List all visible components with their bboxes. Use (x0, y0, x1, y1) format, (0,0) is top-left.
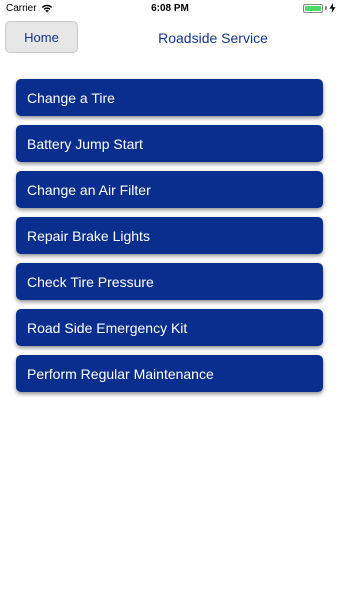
perform-regular-maintenance-button[interactable]: Perform Regular Maintenance (16, 355, 323, 392)
battery-fill (305, 5, 321, 11)
road-side-emergency-kit-button[interactable]: Road Side Emergency Kit (16, 309, 323, 346)
service-menu: Change a Tire Battery Jump Start Change … (16, 79, 323, 401)
home-button[interactable]: Home (5, 21, 78, 53)
battery-cap (325, 6, 327, 10)
status-time: 6:08 PM (151, 3, 189, 14)
charging-bolt-icon (329, 3, 336, 13)
change-tire-button[interactable]: Change a Tire (16, 79, 323, 116)
status-bar: Carrier 6:08 PM (0, 0, 340, 18)
navigation-bar: Home Roadside Service (0, 18, 340, 58)
check-tire-pressure-button[interactable]: Check Tire Pressure (16, 263, 323, 300)
battery-indicator (303, 3, 336, 13)
battery-jump-start-button[interactable]: Battery Jump Start (16, 125, 323, 162)
change-air-filter-button[interactable]: Change an Air Filter (16, 171, 323, 208)
repair-brake-lights-button[interactable]: Repair Brake Lights (16, 217, 323, 254)
page-title: Roadside Service (158, 30, 268, 46)
battery-icon (303, 3, 323, 13)
